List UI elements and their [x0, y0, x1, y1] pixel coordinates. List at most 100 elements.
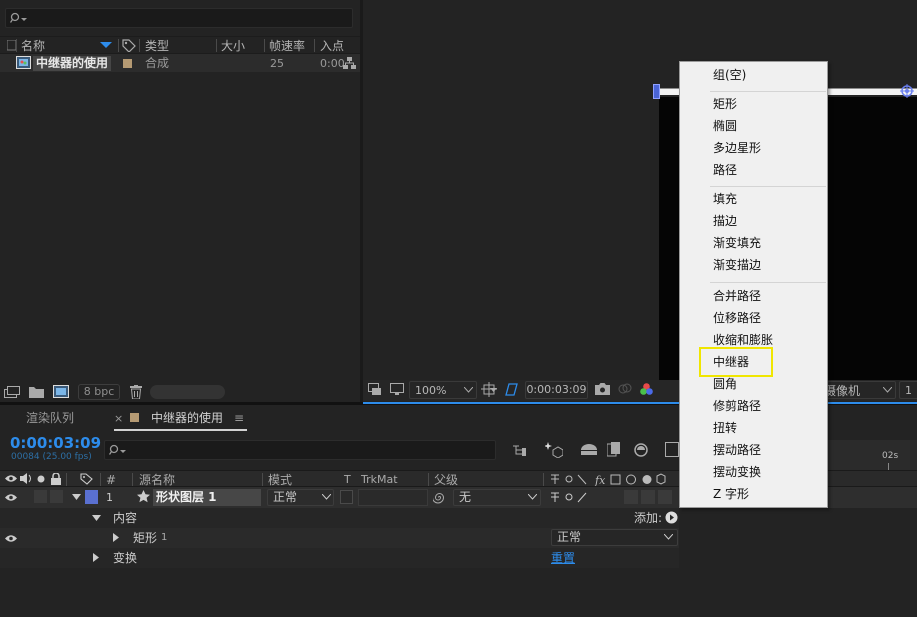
collapse-arrow-icon[interactable]	[113, 533, 120, 542]
project-scrollbar[interactable]	[150, 385, 225, 399]
motion-blur-switch[interactable]	[641, 490, 655, 504]
current-timecode[interactable]: 0:00:03:09	[10, 436, 101, 451]
rectangle-group-row[interactable]: 矩形 1 正常	[0, 528, 680, 548]
column-in-point[interactable]: 入点	[320, 40, 344, 52]
menu-item-pucker-bloat[interactable]: 收缩和膨胀	[713, 334, 773, 346]
lock-icon[interactable]	[51, 473, 61, 485]
motion-blur-icon[interactable]	[633, 442, 649, 457]
monitor-icon[interactable]	[390, 383, 404, 396]
column-mode[interactable]: 模式	[268, 474, 292, 486]
interpret-footage-icon[interactable]	[4, 386, 20, 398]
audio-icon[interactable]	[20, 473, 32, 484]
menu-item-gradient-fill[interactable]: 渐变填充	[713, 237, 761, 249]
color-channels-icon[interactable]	[639, 382, 654, 396]
expand-arrow-icon[interactable]	[92, 515, 101, 522]
shy-layers-icon[interactable]	[580, 442, 598, 456]
column-number[interactable]: #	[106, 474, 116, 486]
menu-item-trim-paths[interactable]: 修剪路径	[713, 400, 761, 412]
comp-flowchart-icon[interactable]	[512, 443, 528, 457]
close-icon[interactable]: ×	[114, 413, 123, 424]
view-layout-partial[interactable]: 1	[899, 381, 917, 399]
menu-item-merge-paths[interactable]: 合并路径	[713, 290, 761, 302]
always-preview-icon[interactable]	[368, 383, 382, 396]
menu-item-wiggle-paths[interactable]: 摆动路径	[713, 444, 761, 456]
menu-item-polystar[interactable]: 多边星形	[713, 142, 761, 154]
layer-visibility-eye-icon[interactable]	[5, 493, 17, 502]
time-ruler[interactable]: 02s	[828, 440, 917, 470]
menu-item-round-corners[interactable]: 圆角	[713, 378, 737, 390]
timeline-search-input[interactable]	[104, 440, 496, 460]
layer-label-color[interactable]	[85, 490, 98, 504]
trkmat-box[interactable]	[340, 490, 353, 504]
shape-handle-left[interactable]	[653, 84, 660, 99]
new-folder-icon[interactable]	[29, 386, 44, 398]
rect-blend-dropdown[interactable]: 正常	[551, 529, 678, 546]
menu-item-offset-paths[interactable]: 位移路径	[713, 312, 761, 324]
collapse-arrow-icon[interactable]	[93, 553, 100, 562]
camera-snapshot-icon[interactable]	[595, 383, 610, 395]
menu-item-fill[interactable]: 填充	[713, 193, 737, 205]
show-snapshot-icon[interactable]	[617, 382, 632, 395]
chevron-down-icon	[322, 494, 331, 500]
menu-item-rectangle[interactable]: 矩形	[713, 98, 737, 110]
menu-item-zig-zag[interactable]: Z 字形	[713, 488, 749, 500]
camera-dropdown-partial[interactable]: 摄像机	[824, 381, 896, 399]
solo-icon[interactable]	[37, 475, 45, 483]
zoom-dropdown[interactable]: 100%	[409, 381, 477, 399]
parent-dropdown[interactable]: 无	[453, 489, 541, 506]
column-type[interactable]: 类型	[145, 40, 169, 52]
draft-3d-icon[interactable]	[545, 441, 563, 458]
tab-composition[interactable]: 中继器的使用	[151, 412, 223, 424]
eye-icon[interactable]	[5, 474, 17, 483]
column-t[interactable]: T	[344, 474, 351, 485]
transform-row[interactable]: 变换 重置	[0, 548, 680, 568]
menu-item-ellipse[interactable]: 椭圆	[713, 120, 737, 132]
layer-switches-icons[interactable]	[549, 491, 595, 504]
frame-blending-icon[interactable]	[607, 442, 621, 457]
contents-group-row[interactable]: 内容 添加:	[0, 508, 680, 528]
graph-editor-icon[interactable]	[665, 442, 679, 457]
menu-item-path[interactable]: 路径	[713, 164, 737, 176]
trkmat-field[interactable]	[358, 489, 428, 506]
tag-icon[interactable]	[122, 39, 136, 52]
label-tag-icon[interactable]	[80, 473, 93, 485]
menu-item-group[interactable]: 组(空)	[713, 69, 746, 81]
menu-item-stroke[interactable]: 描边	[713, 215, 737, 227]
column-fps[interactable]: 帧速率	[269, 40, 305, 52]
column-name[interactable]: 名称	[21, 40, 45, 52]
sort-arrow-icon[interactable]	[100, 42, 112, 49]
lock-toggle[interactable]	[50, 490, 63, 503]
solo-toggle[interactable]	[34, 490, 47, 503]
reset-link[interactable]: 重置	[551, 552, 575, 564]
rect-visibility-eye-icon[interactable]	[5, 534, 17, 543]
viewer-timecode[interactable]: 0:00:03:09	[525, 381, 588, 399]
column-source-name[interactable]: 源名称	[139, 474, 175, 486]
bit-depth-button[interactable]: 8 bpc	[78, 384, 120, 400]
menu-item-gradient-stroke[interactable]: 渐变描边	[713, 259, 761, 271]
expand-arrow-icon[interactable]	[72, 494, 81, 501]
anchor-point-icon[interactable]	[900, 84, 914, 98]
project-search-input[interactable]	[5, 8, 353, 28]
chevron-down-icon[interactable]	[490, 388, 497, 393]
project-item-name[interactable]: 中继器的使用	[33, 56, 112, 71]
blend-mode-dropdown[interactable]: 正常	[267, 489, 334, 506]
column-parent[interactable]: 父级	[434, 474, 458, 486]
trash-icon[interactable]	[130, 385, 142, 399]
switches-header-icons[interactable]: fx	[549, 473, 679, 486]
panel-menu-icon[interactable]: ≡	[234, 412, 244, 424]
3d-layer-switch[interactable]	[658, 490, 672, 504]
add-menu-button-icon[interactable]	[665, 511, 678, 524]
menu-item-wiggle-transform[interactable]: 摆动变换	[713, 466, 761, 478]
menu-item-twist[interactable]: 扭转	[713, 422, 737, 434]
column-trkmat[interactable]: TrkMat	[361, 474, 398, 485]
flowchart-icon[interactable]	[343, 57, 356, 69]
shape-layer-star-icon	[137, 490, 150, 503]
label-color-swatch[interactable]	[123, 59, 132, 68]
fx-switch[interactable]	[624, 490, 638, 504]
column-size[interactable]: 大小	[221, 40, 245, 52]
new-composition-icon[interactable]	[53, 385, 69, 398]
tab-render-queue[interactable]: 渲染队列	[26, 412, 74, 424]
transparency-grid-icon[interactable]	[503, 382, 519, 397]
layer-name[interactable]: 形状图层 1	[153, 489, 261, 506]
pick-whip-icon[interactable]	[433, 491, 446, 504]
